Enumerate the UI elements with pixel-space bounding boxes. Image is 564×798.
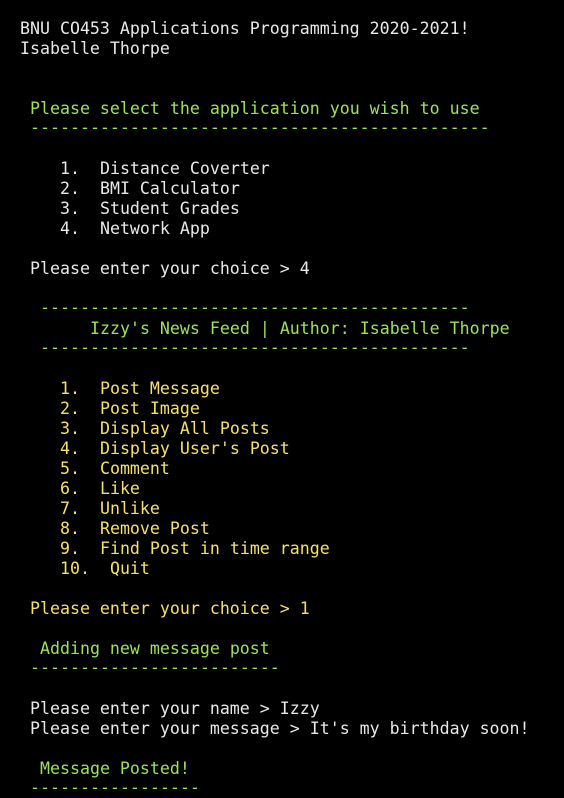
network-menu-item: 3. Display All Posts: [60, 419, 270, 438]
message-posted-divider: -----------------: [30, 778, 200, 797]
network-menu-item: 10. Quit: [60, 559, 150, 578]
header-line: BNU CO453 Applications Programming 2020-…: [20, 19, 470, 38]
name-input-line[interactable]: Please enter your name > Izzy: [30, 699, 320, 719]
author-line: Isabelle Thorpe: [20, 39, 170, 58]
choice-input-line[interactable]: Please enter your choice > 1: [30, 599, 310, 619]
network-menu-item: 7. Unlike: [60, 499, 160, 518]
feed-divider-top: ----------------------------------------…: [40, 298, 470, 317]
network-menu-item: 8. Remove Post: [60, 519, 210, 538]
main-menu-item: 4. Network App: [60, 219, 210, 238]
network-menu-item: 6. Like: [60, 479, 140, 498]
network-menu-item: 2. Post Image: [60, 399, 200, 418]
adding-post-divider: -------------------------: [30, 658, 280, 677]
network-menu-item: 4. Display User's Post: [60, 439, 290, 458]
feed-divider-bottom: ----------------------------------------…: [40, 338, 470, 357]
main-menu-item: 1. Distance Coverter: [60, 159, 270, 178]
network-menu-item: 1. Post Message: [60, 379, 220, 398]
adding-post-heading: Adding new message post: [40, 639, 270, 658]
main-menu-divider: ----------------------------------------…: [30, 118, 490, 137]
message-posted-heading: Message Posted!: [40, 759, 190, 778]
network-menu-item: 5. Comment: [60, 459, 170, 478]
main-menu-prompt: Please select the application you wish t…: [30, 99, 480, 118]
choice-input-line[interactable]: Please enter your choice > 4: [30, 259, 310, 279]
feed-title: Izzy's News Feed | Author: Isabelle Thor…: [90, 319, 510, 338]
message-input-line[interactable]: Please enter your message > It's my birt…: [30, 719, 530, 739]
network-menu-item: 9. Find Post in time range: [60, 539, 330, 558]
main-menu-item: 2. BMI Calculator: [60, 179, 240, 198]
main-menu-item: 3. Student Grades: [60, 199, 240, 218]
